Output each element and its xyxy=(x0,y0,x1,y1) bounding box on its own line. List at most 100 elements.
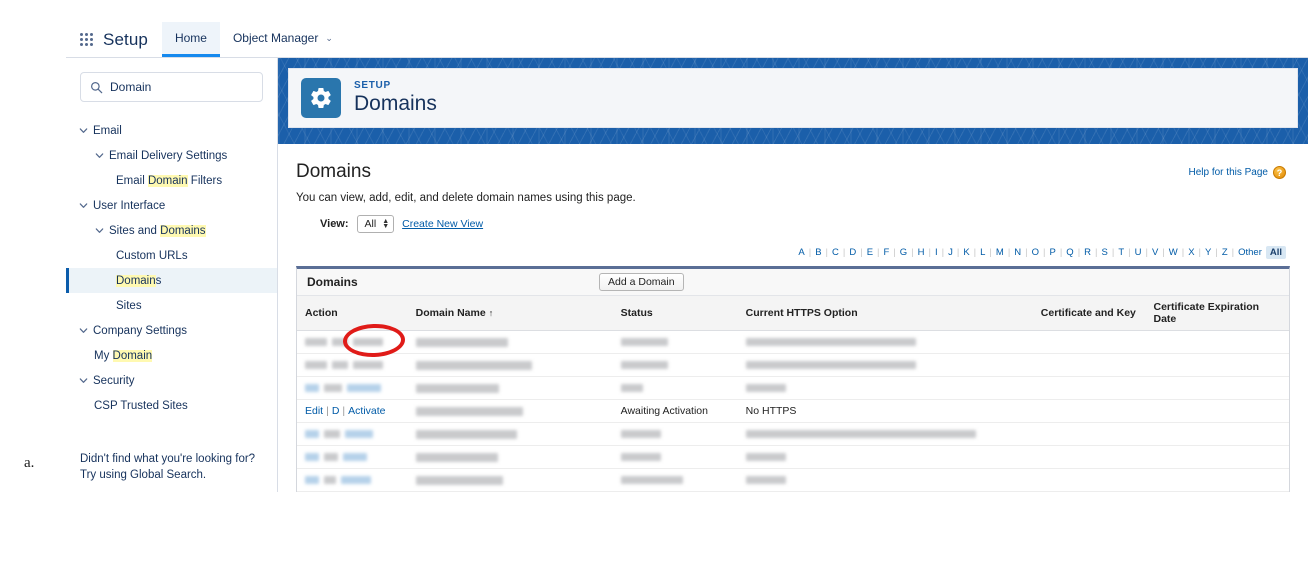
tab-home[interactable]: Home xyxy=(161,22,220,57)
app-name-setup: Setup xyxy=(103,29,148,49)
column-header-domain-name[interactable]: Domain Name ↑ xyxy=(407,296,613,331)
redacted-action-link[interactable] xyxy=(305,384,319,392)
redacted-action-link[interactable] xyxy=(343,453,367,461)
alpha-filter-D[interactable]: D xyxy=(845,246,860,259)
alpha-filter-P[interactable]: P xyxy=(1045,246,1059,259)
activate-link[interactable]: Activate xyxy=(348,405,385,417)
cell-certificate-and-key xyxy=(1032,376,1146,400)
alpha-filter-W[interactable]: W xyxy=(1165,246,1182,259)
help-question-icon: ? xyxy=(1273,166,1286,179)
alpha-filter-L[interactable]: L xyxy=(976,246,989,259)
tab-object-manager[interactable]: Object Manager ⌄ xyxy=(220,22,346,57)
salesforce-setup-window: Setup Home Object Manager ⌄ Domain Email… xyxy=(66,22,1308,492)
alpha-filter-C[interactable]: C xyxy=(828,246,843,259)
table-row xyxy=(297,330,1289,354)
stepper-arrows-icon: ▲ ▼ xyxy=(382,218,390,230)
alpha-filter-A[interactable]: A xyxy=(794,246,808,259)
sidebar-item-label: Email Domain Filters xyxy=(116,174,223,187)
sidebar-item-email-delivery-settings[interactable]: Email Delivery Settings xyxy=(66,143,277,168)
sidebar-item-sites[interactable]: Sites xyxy=(66,293,277,318)
sidebar-item-security[interactable]: Security xyxy=(66,368,277,393)
alpha-filter-I[interactable]: I xyxy=(931,246,942,259)
quick-find-search[interactable]: Domain xyxy=(80,72,263,102)
alpha-filter-X[interactable]: X xyxy=(1184,246,1198,259)
alpha-filter-Q[interactable]: Q xyxy=(1062,246,1077,259)
alpha-filter-O[interactable]: O xyxy=(1028,246,1043,259)
redacted-action-link[interactable] xyxy=(341,476,371,484)
chevron-down-icon xyxy=(78,125,89,136)
redacted-action-link[interactable] xyxy=(353,338,383,346)
sidebar-item-label: Domains xyxy=(116,274,162,287)
redacted-action-link[interactable] xyxy=(332,361,348,369)
redacted-action-link[interactable] xyxy=(305,430,319,438)
alpha-filter-other[interactable]: Other xyxy=(1234,246,1266,259)
alpha-filter-N[interactable]: N xyxy=(1010,246,1025,259)
alpha-filter-B[interactable]: B xyxy=(811,246,825,259)
alpha-filter-F[interactable]: F xyxy=(880,246,894,259)
redacted-action-link[interactable] xyxy=(324,476,336,484)
sidebar-item-email[interactable]: Email xyxy=(66,118,277,143)
redacted-action-link[interactable] xyxy=(305,476,319,484)
redacted-status xyxy=(620,338,668,347)
alpha-filter-K[interactable]: K xyxy=(959,246,973,259)
sidebar-item-custom-urls[interactable]: Custom URLs xyxy=(66,243,277,268)
redacted-action-link[interactable] xyxy=(332,338,348,346)
search-input-value: Domain xyxy=(110,80,152,94)
redacted-action-link[interactable] xyxy=(305,338,327,346)
column-header-status[interactable]: Status xyxy=(612,296,738,331)
alpha-filter-G[interactable]: G xyxy=(896,246,911,259)
sidebar-item-user-interface[interactable]: User Interface xyxy=(66,193,277,218)
redacted-action-link[interactable] xyxy=(345,430,373,438)
sidebar-item-label: My Domain xyxy=(94,349,153,362)
alpha-filter-V[interactable]: V xyxy=(1148,246,1162,259)
page-header: SETUP Domains xyxy=(288,68,1298,128)
sidebar-item-domains[interactable]: Domains xyxy=(66,268,277,293)
redacted-status xyxy=(620,361,668,370)
cell-status xyxy=(612,422,738,446)
cell-certificate-and-key xyxy=(1032,330,1146,354)
sidebar-item-sites-and-domains[interactable]: Sites and Domains xyxy=(66,218,277,243)
alpha-filter-all[interactable]: All xyxy=(1265,246,1286,259)
alpha-filter-Y[interactable]: Y xyxy=(1201,246,1215,259)
table-row xyxy=(297,422,1289,446)
alpha-filter-R[interactable]: R xyxy=(1080,246,1095,259)
app-launcher-button[interactable] xyxy=(66,22,103,57)
redacted-action-link[interactable] xyxy=(324,430,340,438)
alpha-filter-T[interactable]: T xyxy=(1114,246,1128,259)
redacted-action-link[interactable] xyxy=(305,453,319,461)
sidebar-item-csp-trusted-sites[interactable]: CSP Trusted Sites xyxy=(66,393,277,418)
column-header-action[interactable]: Action xyxy=(297,296,408,331)
cell-domain-name xyxy=(407,376,613,400)
redacted-action-link[interactable] xyxy=(305,361,327,369)
help-for-this-page-link[interactable]: Help for this Page ? xyxy=(1189,166,1286,179)
delete-link[interactable]: D xyxy=(332,405,340,417)
column-header-current-https-option[interactable]: Current HTTPS Option xyxy=(737,296,1033,331)
sidebar-item-my-domain[interactable]: My Domain xyxy=(66,343,277,368)
sort-ascending-icon: ↑ xyxy=(488,308,494,318)
redacted-action-link[interactable] xyxy=(347,384,381,392)
alpha-filter-M[interactable]: M xyxy=(992,246,1008,259)
alpha-filter-J[interactable]: J xyxy=(944,246,957,259)
alpha-filter-S[interactable]: S xyxy=(1098,246,1112,259)
cell-current-https-option xyxy=(737,491,1033,492)
sidebar-item-email-domain-filters[interactable]: Email Domain Filters xyxy=(66,168,277,193)
redacted-action-link[interactable] xyxy=(353,361,383,369)
alpha-filter-H[interactable]: H xyxy=(914,246,929,259)
alpha-filter-U[interactable]: U xyxy=(1131,246,1146,259)
cell-certificate-and-key xyxy=(1032,353,1146,377)
redacted-action-link[interactable] xyxy=(324,453,338,461)
page-title: Domains xyxy=(296,161,371,182)
alpha-filter-Z[interactable]: Z xyxy=(1218,246,1232,259)
create-new-view-link[interactable]: Create New View xyxy=(402,218,483,230)
edit-link[interactable]: Edit xyxy=(305,405,323,417)
add-a-domain-button[interactable]: Add a Domain xyxy=(599,273,684,291)
column-header-certificate-and-key[interactable]: Certificate and Key xyxy=(1032,296,1146,331)
column-header-certificate-expiration-date[interactable]: Certificate Expiration Date xyxy=(1145,296,1289,331)
table-row xyxy=(297,353,1289,377)
view-select[interactable]: All ▲ ▼ xyxy=(356,215,395,233)
sidebar-item-company-settings[interactable]: Company Settings xyxy=(66,318,277,343)
table-row xyxy=(297,445,1289,469)
alpha-filter-E[interactable]: E xyxy=(863,246,877,259)
app-launcher-grid-icon xyxy=(80,33,93,46)
redacted-action-link[interactable] xyxy=(324,384,342,392)
